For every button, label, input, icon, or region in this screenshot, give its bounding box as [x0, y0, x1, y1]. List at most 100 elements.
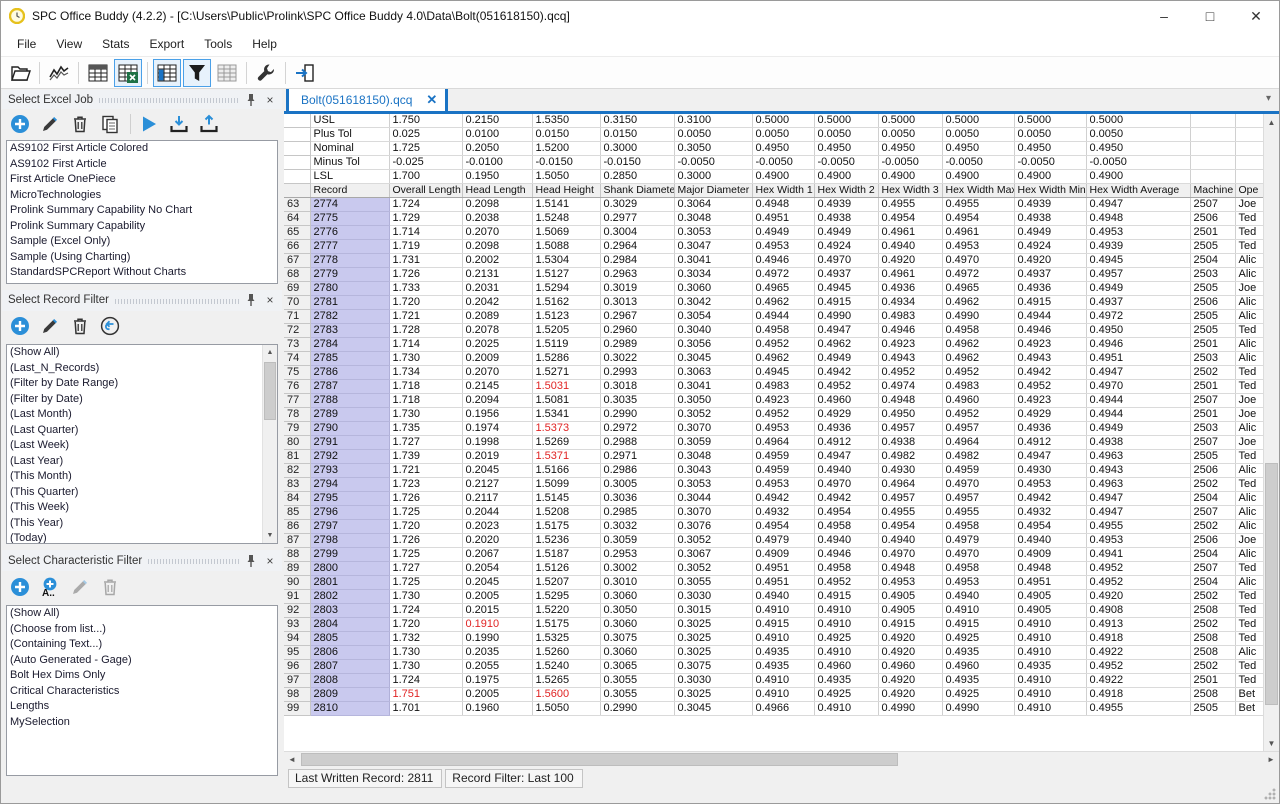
- data-cell[interactable]: 2503: [1190, 422, 1235, 436]
- data-cell[interactable]: 1.732: [389, 632, 462, 646]
- data-cell[interactable]: 0.3045: [674, 702, 752, 716]
- data-cell[interactable]: 2508: [1190, 632, 1235, 646]
- data-cell[interactable]: 1.720: [389, 618, 462, 632]
- data-cell[interactable]: 0.4940: [1014, 534, 1086, 548]
- data-cell[interactable]: 0.2055: [462, 660, 532, 674]
- data-cell[interactable]: 0.4948: [1086, 212, 1190, 226]
- data-cell[interactable]: Ted: [1235, 590, 1263, 604]
- data-cell[interactable]: 0.4944: [1086, 408, 1190, 422]
- data-cell[interactable]: 0.4937: [1014, 268, 1086, 282]
- data-cell[interactable]: 0.2023: [462, 520, 532, 534]
- data-cell[interactable]: 1.5162: [532, 296, 600, 310]
- spec-value-cell[interactable]: -0.0150: [532, 156, 600, 170]
- record-cell[interactable]: 2777: [310, 240, 389, 254]
- data-cell[interactable]: 0.4910: [752, 674, 814, 688]
- data-cell[interactable]: Alic: [1235, 548, 1263, 562]
- scroll-down-icon[interactable]: ▼: [263, 528, 277, 543]
- data-cell[interactable]: 0.3048: [674, 212, 752, 226]
- out-of-spec-cell[interactable]: 0.1910: [462, 618, 532, 632]
- list-item[interactable]: AS9102 First Article: [7, 157, 277, 173]
- data-cell[interactable]: 1.726: [389, 268, 462, 282]
- data-cell[interactable]: 0.2031: [462, 282, 532, 296]
- spec-value-cell[interactable]: 0.4900: [1014, 170, 1086, 184]
- list-item[interactable]: (Show All): [7, 345, 277, 361]
- data-cell[interactable]: 0.2070: [462, 366, 532, 380]
- data-cell[interactable]: 0.1974: [462, 422, 532, 436]
- record-cell[interactable]: 2785: [310, 352, 389, 366]
- data-cell[interactable]: 0.4910: [1014, 674, 1086, 688]
- data-cell[interactable]: 1.733: [389, 282, 462, 296]
- spec-value-cell[interactable]: 0.0150: [532, 128, 600, 142]
- spec-value-cell[interactable]: 0.2050: [462, 142, 532, 156]
- data-cell[interactable]: 0.4940: [814, 464, 878, 478]
- characteristic-filter-button[interactable]: [183, 59, 211, 87]
- data-cell[interactable]: 0.4910: [814, 646, 878, 660]
- data-cell[interactable]: 0.4953: [1086, 534, 1190, 548]
- data-cell[interactable]: 0.3059: [600, 534, 674, 548]
- data-cell[interactable]: 0.3076: [674, 520, 752, 534]
- tab-bolt-file[interactable]: Bolt(051618150).qcq ✕: [286, 89, 448, 111]
- list-item[interactable]: (Last Quarter): [7, 423, 277, 439]
- data-cell[interactable]: 0.4962: [942, 352, 1014, 366]
- data-cell[interactable]: 0.4957: [1086, 268, 1190, 282]
- data-cell[interactable]: 2507: [1190, 198, 1235, 212]
- spec-value-cell[interactable]: -0.0100: [462, 156, 532, 170]
- data-cell[interactable]: 0.4959: [752, 464, 814, 478]
- list-item[interactable]: MySelection: [7, 715, 277, 731]
- data-cell[interactable]: 0.4935: [942, 674, 1014, 688]
- spec-value-cell[interactable]: -0.0050: [942, 156, 1014, 170]
- data-cell[interactable]: 0.2020: [462, 534, 532, 548]
- list-item[interactable]: (Last Month): [7, 407, 277, 423]
- data-cell[interactable]: 0.3060: [674, 282, 752, 296]
- data-cell[interactable]: 0.4952: [1086, 562, 1190, 576]
- delete-excel-job-button[interactable]: [68, 112, 92, 136]
- data-cell[interactable]: 0.4963: [1086, 450, 1190, 464]
- data-cell[interactable]: 0.3019: [600, 282, 674, 296]
- data-cell[interactable]: 0.4951: [1014, 576, 1086, 590]
- data-cell[interactable]: 0.3055: [600, 688, 674, 702]
- data-cell[interactable]: 2502: [1190, 660, 1235, 674]
- data-cell[interactable]: 2501: [1190, 380, 1235, 394]
- resize-grip[interactable]: [1264, 788, 1276, 800]
- data-cell[interactable]: 0.4940: [878, 534, 942, 548]
- spec-value-cell[interactable]: 0.4900: [942, 170, 1014, 184]
- spec-label-cell[interactable]: LSL: [310, 170, 389, 184]
- data-cell[interactable]: 0.3052: [674, 562, 752, 576]
- spec-value-cell[interactable]: 0.0050: [674, 128, 752, 142]
- data-cell[interactable]: 0.2964: [600, 240, 674, 254]
- data-cell[interactable]: 0.2019: [462, 450, 532, 464]
- data-cell[interactable]: 0.4948: [878, 562, 942, 576]
- tools-wrench-button[interactable]: [252, 59, 280, 87]
- data-cell[interactable]: 1.5240: [532, 660, 600, 674]
- data-cell[interactable]: Bet: [1235, 702, 1263, 716]
- data-cell[interactable]: 0.4915: [752, 618, 814, 632]
- data-cell[interactable]: 0.2971: [600, 450, 674, 464]
- out-of-spec-cell[interactable]: 1.751: [389, 688, 462, 702]
- data-cell[interactable]: 0.4948: [752, 198, 814, 212]
- menu-stats[interactable]: Stats: [92, 33, 139, 55]
- data-cell[interactable]: 1.734: [389, 366, 462, 380]
- data-cell[interactable]: 1.5126: [532, 562, 600, 576]
- data-cell[interactable]: 0.4910: [1014, 632, 1086, 646]
- data-cell[interactable]: 2508: [1190, 604, 1235, 618]
- data-cell[interactable]: Alic: [1235, 464, 1263, 478]
- spec-value-cell[interactable]: 0.5000: [1086, 114, 1190, 128]
- data-cell[interactable]: 0.3055: [600, 674, 674, 688]
- list-item[interactable]: (Filter by Date Range): [7, 376, 277, 392]
- column-header-hex-width-2[interactable]: Hex Width 2: [814, 184, 878, 198]
- add-characteristic-filter-button[interactable]: [8, 575, 32, 599]
- data-cell[interactable]: 2503: [1190, 352, 1235, 366]
- list-item[interactable]: StandardSPCReport Without Charts: [7, 265, 277, 281]
- data-cell[interactable]: 0.4951: [752, 576, 814, 590]
- column-header-record[interactable]: Record: [310, 184, 389, 198]
- data-cell[interactable]: 0.4951: [752, 212, 814, 226]
- data-cell[interactable]: 0.4945: [814, 282, 878, 296]
- data-cell[interactable]: 0.3036: [600, 492, 674, 506]
- record-cell[interactable]: 2780: [310, 282, 389, 296]
- data-cell[interactable]: 0.4905: [1014, 590, 1086, 604]
- data-cell[interactable]: 0.4935: [1014, 660, 1086, 674]
- record-cell[interactable]: 2808: [310, 674, 389, 688]
- data-cell[interactable]: 1.725: [389, 548, 462, 562]
- data-cell[interactable]: 0.4961: [878, 226, 942, 240]
- data-cell[interactable]: 0.4925: [814, 688, 878, 702]
